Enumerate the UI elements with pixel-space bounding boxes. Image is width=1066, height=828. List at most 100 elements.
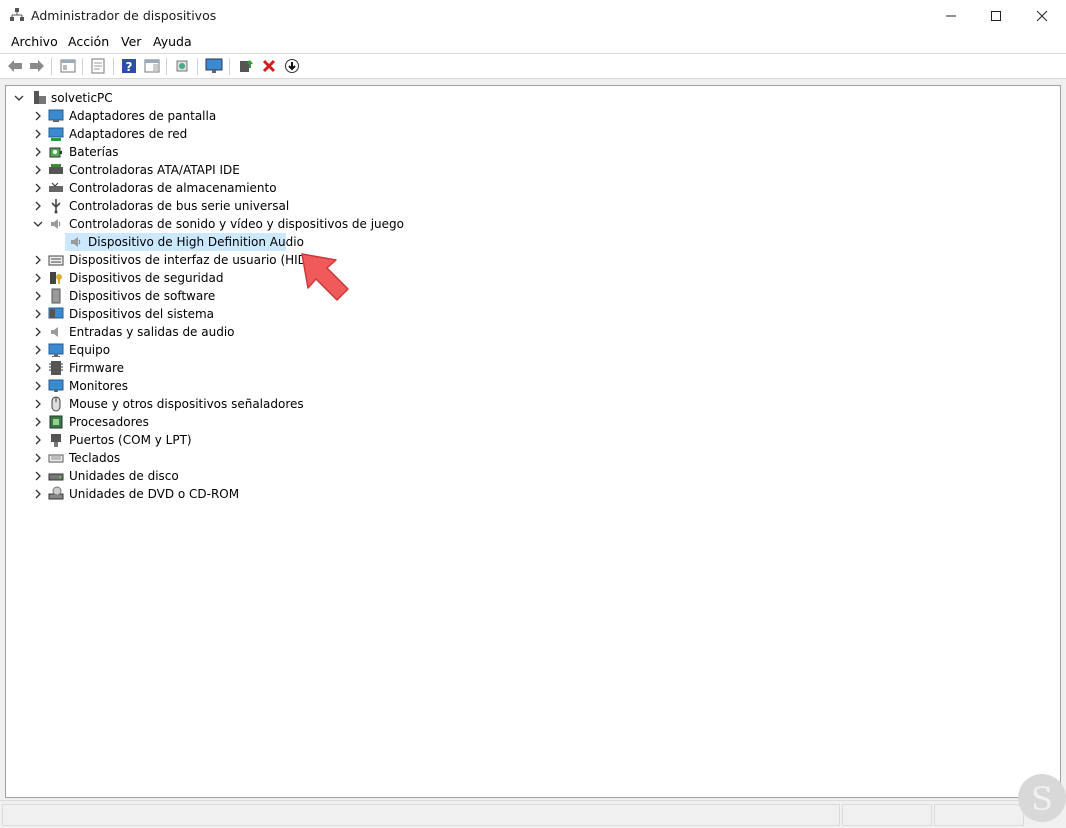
- security-key-icon: [50, 272, 62, 284]
- chevron-right-icon[interactable]: [33, 399, 43, 409]
- chevron-right-icon[interactable]: [33, 417, 43, 427]
- dvd-drive-icon: [48, 486, 64, 500]
- toolbar-separator: [229, 58, 230, 75]
- tree-item-label: Entradas y salidas de audio: [69, 325, 235, 339]
- chevron-right-icon[interactable]: [33, 291, 43, 301]
- close-icon: [1036, 10, 1048, 21]
- back-button[interactable]: [6, 57, 24, 75]
- tree-item[interactable]: Controladoras de sonido y vídeo y dispos…: [31, 215, 431, 233]
- chevron-right-icon[interactable]: [33, 453, 43, 463]
- scan-hardware-button[interactable]: [173, 57, 191, 75]
- chevron-right-icon[interactable]: [33, 381, 43, 391]
- tree-child-hd-audio[interactable]: Dispositivo de High Definition Audio: [65, 233, 304, 251]
- chevron-right-icon[interactable]: [33, 471, 43, 481]
- chevron-right-icon[interactable]: [33, 345, 43, 355]
- chevron-down-icon[interactable]: [33, 219, 43, 229]
- tree-item[interactable]: Firmware: [31, 359, 431, 377]
- disable-device-icon: [285, 59, 299, 73]
- tree-child-label: Dispositivo de High Definition Audio: [88, 235, 304, 249]
- tree-item-label: Controladoras de almacenamiento: [69, 181, 277, 195]
- tree-item[interactable]: Dispositivos de software: [31, 287, 431, 305]
- chevron-right-icon[interactable]: [33, 165, 43, 175]
- battery-icon: [49, 147, 62, 158]
- tree-item[interactable]: Adaptadores de red: [31, 125, 431, 143]
- title-bar: Administrador de dispositivos: [0, 0, 1066, 31]
- tree-item[interactable]: Monitores: [31, 377, 431, 395]
- mouse-icon: [51, 396, 61, 412]
- menu-ayuda[interactable]: Ayuda: [153, 34, 192, 49]
- usb-controller-icon: [51, 199, 61, 214]
- tree-root-label: solveticPC: [51, 91, 113, 105]
- computer-monitor-button[interactable]: [205, 57, 223, 75]
- chevron-right-icon[interactable]: [33, 309, 43, 319]
- disable-device-button[interactable]: [283, 57, 301, 75]
- chevron-right-icon[interactable]: [33, 201, 43, 211]
- tree-item[interactable]: Dispositivos de seguridad: [31, 269, 431, 287]
- chevron-right-icon[interactable]: [33, 489, 43, 499]
- hid-icon: [48, 255, 64, 266]
- computer-icon: [48, 343, 64, 357]
- uninstall-icon: [262, 59, 276, 73]
- computer-monitor-icon: [205, 58, 223, 73]
- minimize-button[interactable]: [928, 0, 974, 31]
- chevron-right-icon[interactable]: [33, 183, 43, 193]
- chevron-right-icon[interactable]: [33, 255, 43, 265]
- menu-accion[interactable]: Acción: [68, 34, 109, 49]
- window-title: Administrador de dispositivos: [31, 8, 217, 23]
- maximize-button[interactable]: [973, 0, 1019, 31]
- action-pane-button[interactable]: [143, 57, 161, 75]
- tree-item-label: Puertos (COM y LPT): [69, 433, 192, 447]
- software-device-icon: [51, 288, 61, 304]
- tree-item[interactable]: Teclados: [31, 449, 431, 467]
- speaker-icon: [51, 219, 61, 229]
- tree-item[interactable]: Controladoras de bus serie universal: [31, 197, 431, 215]
- tree-item[interactable]: Controladoras ATA/ATAPI IDE: [31, 161, 431, 179]
- menu-archivo[interactable]: Archivo: [11, 34, 58, 49]
- chevron-right-icon[interactable]: [33, 327, 43, 337]
- toolbar-separator: [197, 58, 198, 75]
- tree-item[interactable]: Mouse y otros dispositivos señaladores: [31, 395, 431, 413]
- chevron-right-icon[interactable]: [33, 435, 43, 445]
- chevron-right-icon[interactable]: [33, 129, 43, 139]
- tree-item[interactable]: Unidades de disco: [31, 467, 431, 485]
- status-bar: [0, 800, 1066, 828]
- chevron-right-icon[interactable]: [33, 273, 43, 283]
- chevron-down-icon[interactable]: [14, 93, 24, 103]
- tree-item[interactable]: Dispositivos de interfaz de usuario (HID…: [31, 251, 431, 269]
- tree-item[interactable]: Puertos (COM y LPT): [31, 431, 431, 449]
- tree-item[interactable]: Adaptadores de pantalla: [31, 107, 431, 125]
- svg-text:S: S: [1031, 780, 1053, 818]
- status-cell-tertiary: [934, 804, 1024, 826]
- keyboard-icon: [48, 454, 64, 463]
- tree-item[interactable]: Controladoras de almacenamiento: [31, 179, 431, 197]
- annotation-arrow-icon: [301, 253, 349, 301]
- chevron-right-icon[interactable]: [33, 363, 43, 373]
- status-cell-main: [2, 804, 840, 826]
- display-adapter-icon: [48, 109, 64, 122]
- show-hide-console-tree-button[interactable]: [59, 57, 77, 75]
- firmware-icon: [49, 361, 63, 375]
- tree-item[interactable]: Baterías: [31, 143, 431, 161]
- tree-item[interactable]: Unidades de DVD o CD-ROM: [31, 485, 431, 503]
- tree-item[interactable]: Equipo: [31, 341, 431, 359]
- help-button[interactable]: ?: [120, 57, 138, 75]
- tree-item-label: Teclados: [69, 451, 121, 465]
- chevron-right-icon[interactable]: [33, 147, 43, 157]
- forward-button[interactable]: [28, 57, 46, 75]
- menu-ver[interactable]: Ver: [121, 34, 141, 49]
- tree-item-label: Adaptadores de red: [69, 127, 188, 141]
- tree-root[interactable]: solveticPC: [12, 89, 132, 107]
- tree-item[interactable]: Dispositivos del sistema: [31, 305, 431, 323]
- forward-icon: [30, 60, 44, 72]
- update-driver-button[interactable]: [237, 57, 255, 75]
- tree-item-label: Dispositivos de seguridad: [69, 271, 224, 285]
- uninstall-button[interactable]: [260, 57, 278, 75]
- tree-item[interactable]: Entradas y salidas de audio: [31, 323, 431, 341]
- tree-item-label: Firmware: [69, 361, 124, 375]
- properties-button[interactable]: [89, 57, 107, 75]
- device-tree[interactable]: solveticPC Adaptadores de pantalla Adapta…: [5, 85, 1061, 798]
- close-button[interactable]: [1019, 0, 1065, 31]
- maximize-icon: [991, 10, 1001, 21]
- tree-item[interactable]: Procesadores: [31, 413, 431, 431]
- chevron-right-icon[interactable]: [33, 111, 43, 121]
